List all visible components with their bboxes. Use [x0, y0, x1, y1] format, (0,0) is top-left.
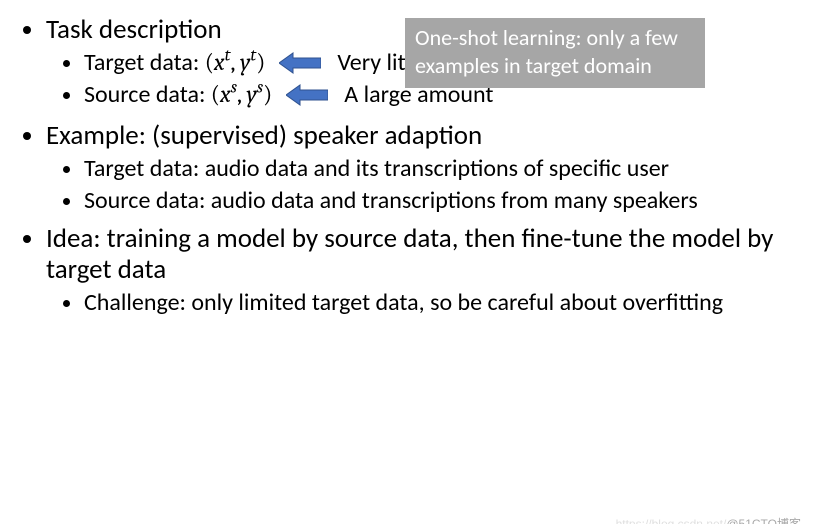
section-example: Example: (supervised) speaker adaption T… — [46, 120, 813, 216]
example-sublist: Target data: audio data and its transcri… — [46, 154, 813, 216]
task-source-label: Source data: — [84, 80, 211, 109]
idea-heading: Idea: training a model by source data, t… — [46, 222, 773, 286]
watermark-left: https://blog.csdn.net/ — [616, 517, 727, 524]
example-target: Target data: audio data and its transcri… — [84, 154, 813, 183]
callout-line2: examples in target domain — [415, 52, 652, 79]
example-source: Source data: audio data and transcriptio… — [84, 186, 813, 215]
watermark: https://blog.csdn.net/@51CTO博客 — [616, 515, 801, 524]
task-target-formula: (xt, yt) — [205, 48, 266, 76]
callout-box: One-shot learning: only a few examples i… — [405, 18, 705, 88]
callout-line1: One-shot learning: only a few — [415, 24, 678, 51]
task-source-formula: (xs, ys) — [211, 80, 272, 108]
idea-sublist: Challenge: only limited target data, so … — [46, 288, 813, 317]
example-heading: Example: (supervised) speaker adaption — [46, 119, 482, 152]
watermark-right: @51CTO博客 — [726, 517, 801, 524]
slide: One-shot learning: only a few examples i… — [0, 14, 813, 524]
arrow-left-icon — [286, 84, 328, 106]
task-heading: Task description — [46, 13, 222, 46]
task-target-label: Target data: — [84, 48, 205, 77]
idea-challenge: Challenge: only limited target data, so … — [84, 288, 813, 317]
section-idea: Idea: training a model by source data, t… — [46, 223, 813, 317]
arrow-left-icon — [279, 52, 321, 74]
